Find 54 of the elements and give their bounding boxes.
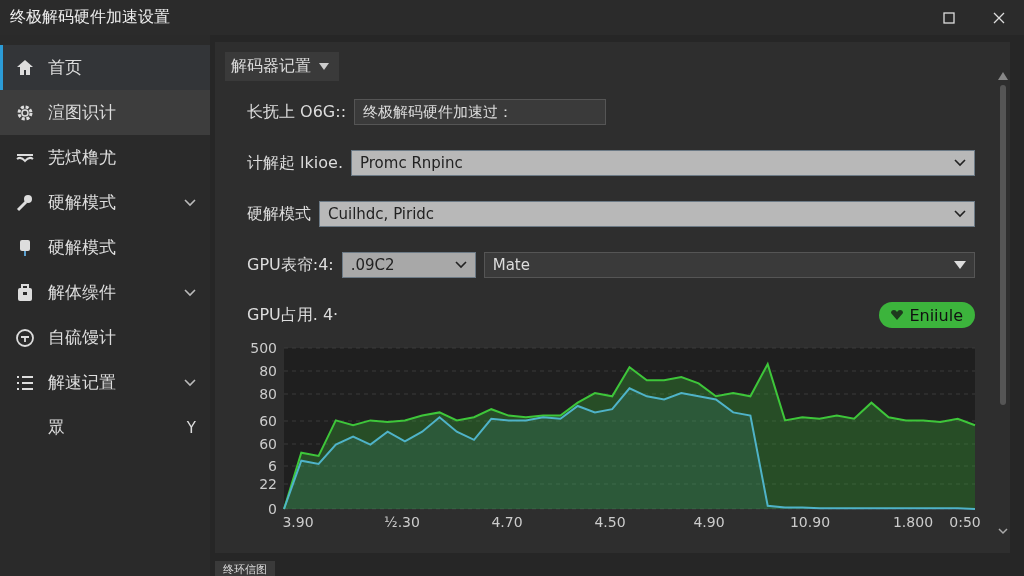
maximize-icon bbox=[943, 11, 955, 24]
x-axis-label: 4.90 bbox=[693, 514, 725, 530]
y-axis-label: 22 bbox=[259, 476, 277, 492]
y-axis-label: 60 bbox=[259, 436, 277, 452]
field-label: 硬解模式 bbox=[247, 203, 311, 225]
x-axis-label: 1.800 bbox=[892, 514, 934, 530]
dropdown[interactable]: .09C2 bbox=[341, 252, 476, 278]
x-axis-label: 10.90 bbox=[789, 514, 831, 530]
sidebar-item[interactable]: 硬解模式 bbox=[0, 180, 210, 225]
window-title: 终极解码硬件加速设置 bbox=[10, 7, 171, 28]
text-field[interactable]: 终极解码硬件加速过： bbox=[354, 99, 607, 125]
triangle-icon bbox=[319, 63, 329, 70]
sidebar-item[interactable]: 硬解模式 bbox=[0, 225, 210, 270]
heart-icon bbox=[891, 310, 904, 320]
section-dropdown[interactable]: 解码器记置 bbox=[225, 52, 339, 81]
close-icon bbox=[993, 11, 1005, 24]
scrollbar-thumb[interactable] bbox=[1000, 85, 1006, 405]
x-axis-label: 4.70 bbox=[491, 514, 523, 530]
bottom-tab[interactable]: 终环信图 bbox=[215, 561, 275, 576]
enable-toggle[interactable]: Eniiule bbox=[879, 302, 975, 328]
x-axis-label: 3.90 bbox=[282, 514, 314, 530]
circle-icon bbox=[15, 327, 35, 348]
scroll-up-icon[interactable] bbox=[998, 72, 1008, 80]
sidebar-item[interactable]: 渲图识计 bbox=[0, 90, 210, 135]
chevron-icon bbox=[954, 210, 966, 218]
chevron-icon bbox=[454, 261, 467, 269]
triangle-icon bbox=[954, 261, 966, 269]
sidebar-item[interactable]: 解速记置 bbox=[0, 360, 210, 405]
sidebar-item[interactable]: 眾 Y bbox=[0, 405, 210, 450]
field-label: 计解起 lkioe. bbox=[247, 152, 343, 174]
sidebar-item[interactable]: 芜烒橹尤 bbox=[0, 135, 210, 180]
home-icon bbox=[15, 57, 35, 78]
sidebar-item[interactable]: 首页 bbox=[0, 45, 210, 90]
y-axis-label: 60 bbox=[259, 413, 277, 429]
field-label: GPU表帘:4: bbox=[247, 254, 334, 276]
usage-label: GPU占用. 4· bbox=[247, 304, 339, 326]
bag-icon bbox=[15, 282, 35, 303]
y-axis-label: 0 bbox=[268, 501, 277, 517]
sidebar-item[interactable]: 解体缲件 bbox=[0, 270, 210, 315]
y-axis-label: 6 bbox=[268, 458, 277, 474]
x-axis-label: 0:50 bbox=[949, 514, 981, 530]
x-axis-label: ½.30 bbox=[384, 514, 420, 530]
sidebar-item[interactable]: 自硫馒计 bbox=[0, 315, 210, 360]
dropdown[interactable]: Mate bbox=[483, 252, 975, 278]
y-axis-label: 80 bbox=[259, 386, 277, 402]
chevron-icon bbox=[954, 159, 966, 167]
field-label: 长抚上 O6G:: bbox=[247, 101, 347, 123]
y-axis-label: 500 bbox=[250, 342, 277, 356]
dropdown[interactable]: Promc Rnpinc bbox=[350, 150, 975, 176]
scroll-down-icon[interactable] bbox=[998, 528, 1008, 535]
x-axis-label: 4.50 bbox=[594, 514, 626, 530]
y-axis-label: 80 bbox=[259, 363, 277, 379]
key-icon bbox=[15, 192, 35, 213]
dropdown[interactable]: Cuilhdc, Piridc bbox=[319, 201, 975, 227]
